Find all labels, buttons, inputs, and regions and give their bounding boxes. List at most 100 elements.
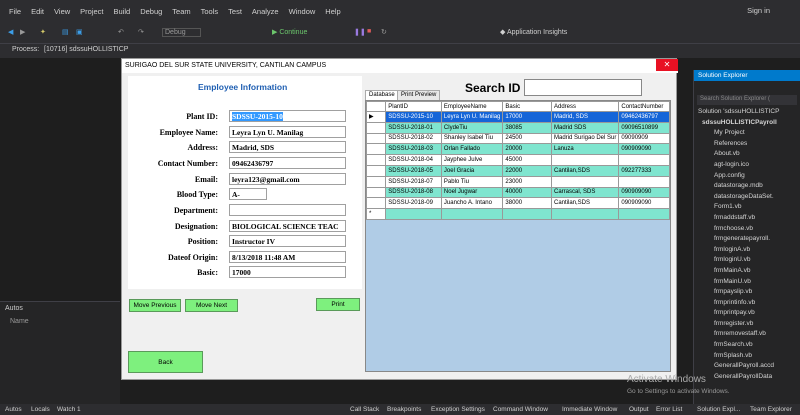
solution-item[interactable]: frmloginA.vb (694, 245, 800, 256)
solution-item[interactable]: frmSearch.vb (694, 340, 800, 351)
table-cell[interactable]: Pablo Tiu (440, 175, 504, 188)
solution-item[interactable]: GenerallPayrollData (694, 372, 800, 383)
menu-item-edit[interactable]: Edit (31, 7, 44, 16)
grid-column-header[interactable]: Basic (502, 101, 552, 112)
table-cell[interactable] (618, 154, 670, 166)
table-cell[interactable]: Cantilan,SDS (550, 197, 620, 210)
ide-tab-7[interactable]: Solution Expl... (697, 406, 740, 413)
table-cell[interactable]: 22000 (502, 164, 552, 177)
row-header[interactable] (366, 164, 387, 177)
field-input[interactable]: BIOLOGICAL SCIENCE TEAC (229, 220, 346, 232)
back-icon[interactable]: ◀ (8, 28, 13, 36)
table-cell[interactable] (550, 208, 620, 220)
move-previous-button[interactable]: Move Previous (129, 299, 181, 312)
open-icon[interactable]: ▤ (62, 28, 69, 36)
table-cell[interactable]: Madrid SDS (550, 121, 620, 134)
solution-item[interactable]: frmregister.vb (694, 319, 800, 330)
application-insights-button[interactable]: ◆ Application Insights (500, 28, 567, 36)
solution-item[interactable]: frmaddstaff.vb (694, 213, 800, 224)
table-cell[interactable]: SDSSU-2018-02 (385, 132, 442, 145)
close-button[interactable]: ✕ (656, 59, 678, 71)
tab-database[interactable]: Database (365, 90, 399, 100)
solution-item[interactable]: My Project (694, 128, 800, 139)
table-cell[interactable]: Lanuza (550, 143, 620, 156)
solution-item[interactable]: frmSplash.vb (694, 351, 800, 362)
save-icon[interactable]: ▣ (76, 28, 83, 36)
table-cell[interactable] (440, 208, 504, 220)
table-row[interactable]: SDSSU-2018-05 Joel Gracia 22000 Cantilan,SD… (366, 164, 670, 177)
back-button[interactable]: Back (128, 351, 203, 373)
table-cell[interactable]: Cantilan,SDS (550, 164, 620, 177)
move-next-button[interactable]: Move Next (185, 299, 238, 312)
undo-icon[interactable]: ↶ (118, 28, 124, 36)
new-project-icon[interactable]: ✦ (40, 28, 46, 36)
table-cell[interactable] (385, 208, 442, 220)
menu-item-team[interactable]: Team (172, 7, 190, 16)
menu-item-analyze[interactable]: Analyze (252, 7, 279, 16)
table-row[interactable]: SDSSU-2018-07 Pablo Tiu 23000 (366, 175, 670, 188)
table-cell[interactable]: Jayphee Julve (440, 154, 504, 166)
menu-item-test[interactable]: Test (228, 7, 242, 16)
field-input[interactable]: SDSSU-2015-10 (229, 110, 346, 122)
employee-data-grid[interactable]: PlantID EmployeeName Basic Address ContactNu… (365, 100, 671, 372)
table-cell[interactable] (618, 208, 670, 220)
table-cell[interactable]: 092277333 (618, 164, 670, 177)
field-input[interactable]: Madrid, SDS (229, 141, 346, 153)
field-input[interactable]: 09462436797 (229, 157, 346, 169)
table-cell[interactable]: SDSSU-2015-10 (385, 111, 442, 123)
table-row[interactable]: SDSSU-2018-03 Orlan Fallado 20000 Lanuza 090… (366, 143, 670, 156)
grid-column-header[interactable]: Address (550, 101, 620, 112)
grid-column-header[interactable]: ContactNumber (618, 101, 670, 112)
ide-tab-0[interactable]: Call Stack (350, 406, 379, 413)
stop-icon[interactable]: ■ (367, 28, 371, 35)
row-header[interactable] (366, 121, 387, 134)
table-cell[interactable]: Noel Jugwar (440, 186, 504, 199)
table-cell[interactable] (618, 175, 670, 188)
sign-in-link[interactable]: Sign in (747, 6, 770, 15)
solution-item[interactable]: frmremovestaff.vb (694, 329, 800, 340)
table-cell[interactable]: 40000 (502, 186, 552, 199)
ide-tab-2[interactable]: Exception Settings (431, 406, 485, 413)
grid-column-header[interactable]: EmployeeName (440, 101, 504, 112)
continue-button[interactable]: ▶ Continue (272, 28, 307, 36)
solution-item[interactable]: frmchoose.vb (694, 224, 800, 235)
search-id-input[interactable] (524, 79, 642, 96)
row-header[interactable] (366, 175, 387, 188)
table-cell[interactable]: 090909090 (618, 143, 670, 156)
solution-item[interactable]: App.config (694, 171, 800, 182)
print-button[interactable]: Print (316, 298, 360, 311)
redo-icon[interactable]: ↷ (138, 28, 144, 36)
field-input[interactable]: 17000 (229, 266, 346, 278)
table-row[interactable]: SDSSU-2018-09 Juancho A. Intano 38000 Canti… (366, 197, 670, 210)
table-cell[interactable]: Madrid, SDS (550, 111, 620, 123)
bottom-tab-autos[interactable]: Autos (5, 406, 22, 413)
solution-item[interactable]: frmgeneratepayroll. (694, 234, 800, 245)
solution-item[interactable]: GenerallPayroll.accd (694, 361, 800, 372)
table-cell[interactable]: 09090909 (618, 132, 670, 145)
solution-item[interactable]: frmprintpay.vb (694, 308, 800, 319)
table-row[interactable]: ▶ SDSSU-2015-10 Leyra Lyn U. Manilag 17000 M… (366, 111, 670, 123)
pause-icon[interactable]: ❚❚ (354, 28, 366, 36)
menu-item-project[interactable]: Project (80, 7, 103, 16)
table-cell[interactable] (550, 154, 620, 166)
ide-tab-6[interactable]: Error List (656, 406, 682, 413)
row-header[interactable] (366, 154, 387, 166)
ide-tab-5[interactable]: Output (629, 406, 649, 413)
table-cell[interactable]: Orlan Fallado (440, 143, 504, 156)
bottom-tab-locals[interactable]: Locals (31, 406, 50, 413)
table-row[interactable]: SDSSU-2018-02 Shanley Isabel Tiu 24500 Madr… (366, 132, 670, 145)
ide-tab-8[interactable]: Team Explorer (750, 406, 792, 413)
forward-icon[interactable]: ▶ (20, 28, 25, 36)
table-cell[interactable]: 09462436797 (618, 111, 670, 123)
menu-item-view[interactable]: View (54, 7, 70, 16)
table-cell[interactable]: SDSSU-2018-03 (385, 143, 442, 156)
table-cell[interactable]: 17000 (502, 111, 552, 123)
table-cell[interactable]: 38000 (502, 197, 552, 210)
new-row[interactable]: * (366, 208, 670, 220)
table-cell[interactable]: 090909090 (618, 197, 670, 210)
solution-item[interactable]: datastorageDataSet. (694, 192, 800, 203)
solution-item[interactable]: frmpayslip.vb (694, 287, 800, 298)
bottom-tab-watch-1[interactable]: Watch 1 (57, 406, 81, 413)
row-header[interactable] (366, 132, 387, 145)
restart-icon[interactable]: ↻ (381, 28, 387, 36)
